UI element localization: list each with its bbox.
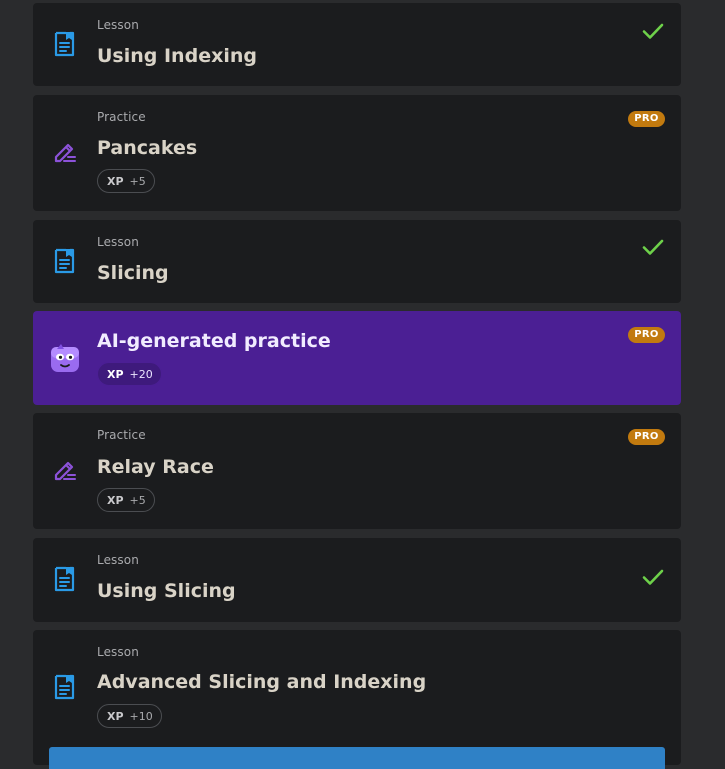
xp-value: +5 <box>129 174 146 188</box>
xp-value: +5 <box>129 493 146 507</box>
xp-reward-pill: XP +20 <box>97 362 162 386</box>
xp-reward-pill: XP +5 <box>97 488 155 512</box>
practice-pencil-icon <box>51 138 79 166</box>
lesson-title: Using Slicing <box>97 580 236 602</box>
lesson-card-advanced-slicing-and-indexing[interactable]: Lesson Advanced Slicing and Indexing XP … <box>33 630 681 769</box>
lesson-card-slicing[interactable]: Lesson Slicing <box>33 220 681 303</box>
practice-kind-label: Practice <box>97 110 146 124</box>
lesson-kind-label: Lesson <box>97 18 139 32</box>
lesson-title: Slicing <box>97 262 169 284</box>
completed-check-icon <box>641 565 665 589</box>
pro-badge: PRO <box>628 327 665 343</box>
pro-badge: PRO <box>628 111 665 127</box>
practice-card-relay-race[interactable]: Practice Relay Race XP +5 PRO <box>33 413 681 529</box>
lesson-card-using-slicing[interactable]: Lesson Using Slicing <box>33 538 681 622</box>
xp-reward-pill: XP +5 <box>97 169 155 193</box>
xp-label: XP <box>107 709 124 723</box>
lesson-card-using-indexing[interactable]: Lesson Using Indexing <box>33 3 681 86</box>
xp-label: XP <box>107 174 124 188</box>
lesson-document-icon <box>51 247 79 275</box>
practice-pencil-icon <box>51 456 79 484</box>
pro-badge: PRO <box>628 429 665 445</box>
completed-check-icon <box>641 235 665 259</box>
lesson-title: Advanced Slicing and Indexing <box>97 671 427 693</box>
lesson-kind-label: Lesson <box>97 235 139 249</box>
practice-kind-label: Practice <box>97 428 146 442</box>
lesson-title: Using Indexing <box>97 45 257 67</box>
lesson-kind-label: Lesson <box>97 645 139 659</box>
lesson-document-icon <box>51 673 79 701</box>
ai-mascot-icon <box>48 341 82 375</box>
lesson-document-icon <box>51 565 79 593</box>
practice-title: Relay Race <box>97 456 214 478</box>
xp-reward-pill: XP +10 <box>97 704 162 728</box>
xp-value: +20 <box>129 367 153 381</box>
lesson-kind-label: Lesson <box>97 553 139 567</box>
xp-label: XP <box>107 367 124 381</box>
xp-value: +10 <box>129 709 153 723</box>
completed-check-icon <box>641 19 665 43</box>
practice-title: Pancakes <box>97 137 198 159</box>
ai-practice-title: AI-generated practice <box>97 330 331 352</box>
practice-card-pancakes[interactable]: Practice Pancakes XP +5 PRO <box>33 95 681 211</box>
ai-practice-card[interactable]: AI-generated practice XP +20 PRO <box>33 311 681 405</box>
lesson-document-icon <box>51 30 79 58</box>
xp-label: XP <box>107 493 124 507</box>
start-lesson-button[interactable] <box>49 747 665 769</box>
